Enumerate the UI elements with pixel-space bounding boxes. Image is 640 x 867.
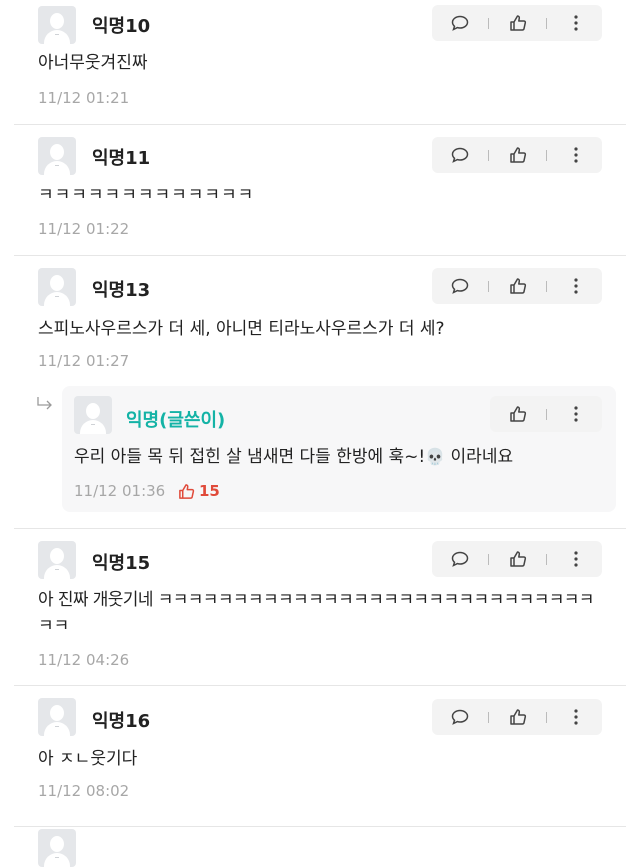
comment-actions [432, 699, 602, 735]
comment-button[interactable] [446, 5, 474, 41]
skull-emoji: 💀 [425, 447, 446, 466]
thumbs-up-icon [510, 406, 527, 422]
reply-item: 익명(글쓴이) 우리 아들 목 뒤 접힌 살 냄새면 다들 한방에 훅~!💀 이… [62, 386, 616, 512]
like-button[interactable] [504, 699, 532, 735]
more-button[interactable] [562, 396, 590, 432]
vertical-dots-icon [574, 147, 578, 163]
comment-actions [432, 137, 602, 173]
avatar[interactable] [38, 268, 76, 306]
avatar[interactable] [74, 396, 112, 434]
comment-text-line-2: ㅋㅋ [38, 616, 70, 636]
speech-bubble-icon [451, 15, 469, 31]
comment-text: 스피노사우르스가 더 세, 아니면 티라노사우르스가 더 세? [38, 319, 445, 339]
comment-text: 아너무웃겨진짜 [38, 53, 148, 73]
thumbs-up-icon [510, 709, 527, 725]
like-button[interactable] [504, 541, 532, 577]
comment-timestamp: 11/12 04:26 [38, 651, 130, 669]
speech-bubble-icon [451, 551, 469, 567]
vertical-dots-icon [574, 406, 578, 422]
reply-arrow-icon [37, 397, 52, 410]
avatar[interactable] [38, 698, 76, 736]
like-button[interactable] [504, 5, 532, 41]
reply-timestamp: 11/12 01:36 [74, 482, 166, 500]
reply-author[interactable]: 익명(글쓴이) [126, 406, 225, 432]
comment-author[interactable]: 익명15 [92, 549, 150, 575]
thumbs-up-icon [179, 483, 195, 499]
more-button[interactable] [562, 699, 590, 735]
comment-item: 익명16 아 ㅈㄴ웃기다 11/12 08:02 [0, 686, 640, 826]
like-button[interactable] [504, 137, 532, 173]
comment-button[interactable] [446, 699, 474, 735]
like-count: 15 [199, 482, 220, 500]
vertical-dots-icon [574, 551, 578, 567]
speech-bubble-icon [451, 147, 469, 163]
divider [14, 826, 626, 827]
avatar[interactable] [38, 137, 76, 175]
more-button[interactable] [562, 137, 590, 173]
comment-timestamp: 11/12 01:22 [38, 220, 130, 238]
comment-item: 익명11 ㅋㅋㅋㅋㅋㅋㅋㅋㅋㅋㅋㅋㅋ 11/12 01:22 [0, 125, 640, 255]
comment-button[interactable] [446, 268, 474, 304]
speech-bubble-icon [451, 278, 469, 294]
vertical-dots-icon [574, 709, 578, 725]
comment-timestamp: 11/12 01:27 [38, 352, 130, 370]
comment-text: 아 ㅈㄴ웃기다 [38, 749, 138, 769]
speech-bubble-icon [451, 709, 469, 725]
comment-actions [432, 268, 602, 304]
comment-author[interactable]: 익명10 [92, 12, 150, 38]
vertical-dots-icon [574, 278, 578, 294]
more-button[interactable] [562, 541, 590, 577]
like-button[interactable] [504, 268, 532, 304]
avatar[interactable] [38, 541, 76, 579]
thumbs-up-icon [510, 551, 527, 567]
thumbs-up-icon [510, 147, 527, 163]
more-button[interactable] [562, 5, 590, 41]
comment-button[interactable] [446, 137, 474, 173]
comment-button[interactable] [446, 541, 474, 577]
comment-author[interactable]: 익명16 [92, 707, 150, 733]
reply-text-tail: 이라네요 [445, 447, 514, 467]
reply-text-main: 우리 아들 목 뒤 접힌 살 냄새면 다들 한방에 훅~! [74, 447, 426, 467]
thumbs-up-icon [510, 15, 527, 31]
thumbs-up-icon [510, 278, 527, 294]
reply-text: 우리 아들 목 뒤 접힌 살 냄새면 다들 한방에 훅~!💀 이라네요 [74, 442, 513, 472]
comment-timestamp: 11/12 01:21 [38, 89, 130, 107]
comment-item: 익명15 아 진짜 개웃기네 ㅋㅋㅋㅋㅋㅋㅋㅋㅋㅋㅋㅋㅋㅋㅋㅋㅋㅋㅋㅋㅋㅋㅋㅋㅋ… [0, 529, 640, 685]
comment-actions [432, 541, 602, 577]
comment-timestamp: 11/12 08:02 [38, 782, 130, 800]
comment-item: 익명13 스피노사우르스가 더 세, 아니면 티라노사우르스가 더 세? 11/… [0, 256, 640, 528]
avatar-partial [38, 829, 76, 867]
reply-like-count[interactable]: 15 [178, 482, 220, 500]
vertical-dots-icon [574, 15, 578, 31]
comment-actions [432, 5, 602, 41]
more-button[interactable] [562, 268, 590, 304]
comment-text: ㅋㅋㅋㅋㅋㅋㅋㅋㅋㅋㅋㅋㅋ [38, 185, 255, 205]
reply-actions [490, 396, 602, 432]
comment-author[interactable]: 익명13 [92, 276, 150, 302]
comment-item: 익명10 아너무웃겨진짜 11/12 01:21 [0, 0, 640, 124]
comment-author[interactable]: 익명11 [92, 144, 150, 170]
like-button[interactable] [504, 396, 532, 432]
comment-text-line-1: 아 진짜 개웃기네 ㅋㅋㅋㅋㅋㅋㅋㅋㅋㅋㅋㅋㅋㅋㅋㅋㅋㅋㅋㅋㅋㅋㅋㅋㅋㅋㅋㅋㅋ [38, 590, 594, 610]
avatar[interactable] [38, 6, 76, 44]
